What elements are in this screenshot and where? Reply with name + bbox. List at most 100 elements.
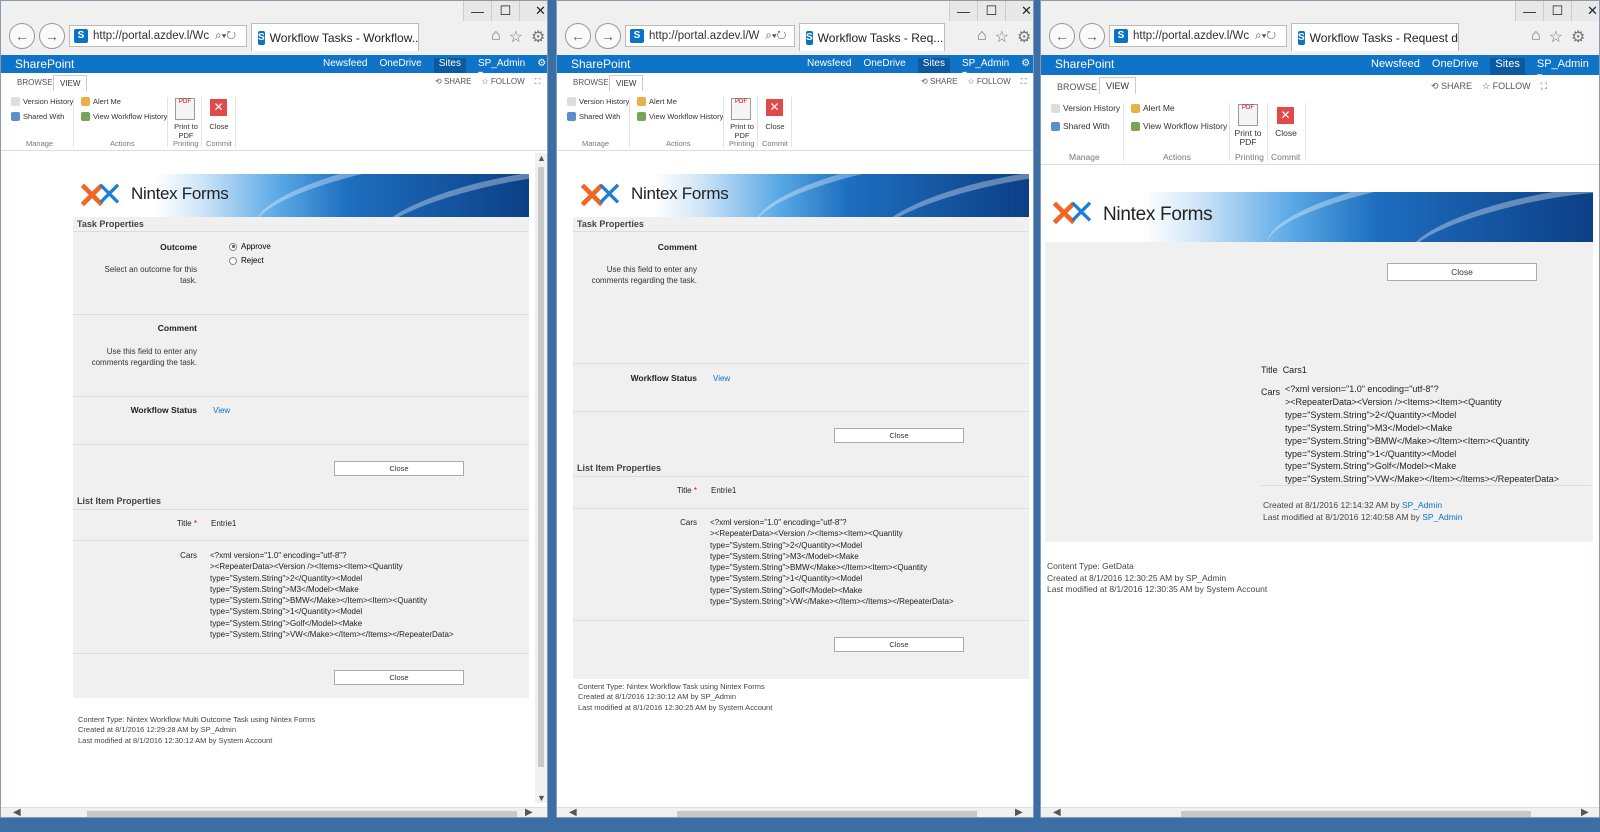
follow-button[interactable]: ☆ FOLLOW [1482,81,1531,92]
shared-with-button[interactable]: Shared With [11,112,64,121]
home-icon[interactable]: ⌂ [977,27,987,47]
scroll-thumb[interactable] [87,811,517,817]
scroll-thumb[interactable] [538,167,544,767]
settings-gear-icon[interactable]: ⚙ [531,27,545,47]
browser-tab[interactable]: S Workflow Tasks - Req... ✕ [799,23,945,51]
scroll-right-icon[interactable]: ▶ [1015,807,1023,817]
scroll-left-icon[interactable]: ◀ [1053,807,1061,817]
scroll-left-icon[interactable]: ◀ [569,807,577,817]
close-button-bottom[interactable]: Close [334,670,464,685]
follow-button[interactable]: ☆ FOLLOW [482,77,525,87]
search-icon[interactable]: ⌕▾↻ [765,30,786,43]
forward-button[interactable]: → [595,23,621,49]
tab-browse[interactable]: BROWSE [1057,82,1097,92]
tab-browse[interactable]: BROWSE [17,78,53,87]
scroll-right-icon[interactable]: ▶ [1581,807,1589,817]
tab-view[interactable]: VIEW [609,75,644,91]
horizontal-scrollbar[interactable]: ◀ ▶ [557,807,1033,817]
minimize-button[interactable]: — [1515,1,1543,21]
address-bar[interactable]: S http://portal.azdev.l/Wc ⌕▾↻ [1109,25,1287,47]
version-history-button[interactable]: Version History [567,97,629,106]
share-button[interactable]: ⟲ SHARE [921,77,958,87]
scroll-left-icon[interactable]: ◀ [13,807,21,817]
alert-me-button[interactable]: Alert Me [1131,103,1175,113]
scroll-down-icon[interactable]: ▼ [537,793,546,803]
tab-view[interactable]: VIEW [1099,77,1137,94]
close-window-button[interactable]: ✕ [519,1,547,21]
settings-gear-icon[interactable]: ⚙ [1571,27,1585,47]
minimize-button[interactable]: — [949,1,977,21]
pdf-icon[interactable]: PDF [175,98,195,120]
browser-tab[interactable]: S Workflow Tasks - Workflow... ✕ [251,23,419,51]
favorites-star-icon[interactable]: ☆ [1549,27,1563,47]
follow-button[interactable]: ☆ FOLLOW [968,77,1011,87]
close-window-button[interactable]: ✕ [1005,1,1033,21]
shared-with-button[interactable]: Shared With [1051,121,1110,131]
pdf-icon[interactable]: PDF [731,98,751,120]
horizontal-scrollbar[interactable]: ◀ ▶ [1,807,547,817]
maximize-button[interactable]: ☐ [977,1,1005,21]
close-ribbon-icon[interactable]: ✕ [766,99,783,116]
ribbon: Version History Shared With Alert Me Vie… [557,93,1033,151]
close-button[interactable]: Close [334,461,464,476]
close-ribbon-icon[interactable]: ✕ [210,99,227,116]
browser-tab[interactable]: S Workflow Tasks - Request d... ✕ [1291,23,1459,51]
forward-button[interactable]: → [1079,23,1105,49]
maximize-button[interactable]: ☐ [1543,1,1571,21]
tab-close-icon[interactable]: ✕ [943,31,944,45]
back-button[interactable]: ← [565,23,591,49]
created-by-link[interactable]: SP_Admin [1402,500,1442,510]
close-ribbon-icon[interactable]: ✕ [1277,107,1294,124]
version-history-button[interactable]: Version History [1051,103,1120,113]
sharepoint-brand[interactable]: SharePoint [15,57,74,71]
minimize-button[interactable]: — [463,1,491,21]
focus-icon[interactable]: ⛶ [1541,81,1547,92]
home-icon[interactable]: ⌂ [1531,27,1541,47]
focus-icon[interactable]: ⛶ [1021,77,1027,87]
view-workflow-history-button[interactable]: View Workflow History [1131,121,1227,131]
group-commit: Commit [1271,152,1301,162]
back-button[interactable]: ← [1049,23,1075,49]
share-button[interactable]: ⟲ SHARE [435,77,472,87]
settings-gear-icon[interactable]: ⚙ [1017,27,1031,47]
alert-me-button[interactable]: Alert Me [81,97,121,106]
sharepoint-brand[interactable]: SharePoint [571,57,630,71]
search-icon[interactable]: ⌕▾↻ [215,30,236,43]
reject-radio[interactable]: Reject [229,256,271,265]
search-icon[interactable]: ⌕▾↻ [1255,30,1276,43]
scroll-thumb[interactable] [1181,811,1531,817]
horizontal-scrollbar[interactable]: ◀ ▶ [1041,807,1599,817]
view-workflow-history-button[interactable]: View Workflow History [637,112,723,121]
address-bar[interactable]: S http://portal.azdev.l/Wc ⌕▾↻ [69,25,247,47]
address-bar[interactable]: S http://portal.azdev.l/W ⌕▾↻ [625,25,795,47]
back-button[interactable]: ← [9,23,35,49]
maximize-button[interactable]: ☐ [491,1,519,21]
home-icon[interactable]: ⌂ [491,27,501,47]
scroll-up-icon[interactable]: ▲ [537,153,546,163]
pdf-icon[interactable]: PDF [1238,104,1258,126]
brand-title: Nintex Forms [1103,204,1213,225]
view-workflow-history-button[interactable]: View Workflow History [81,112,167,121]
share-button[interactable]: ⟲ SHARE [1431,81,1472,92]
workflow-status-view-link[interactable]: View [713,374,730,383]
favorites-star-icon[interactable]: ☆ [995,27,1009,47]
close-window-button[interactable]: ✕ [1571,1,1599,21]
shared-with-button[interactable]: Shared With [567,112,620,121]
close-button[interactable]: Close [834,428,964,443]
scroll-thumb[interactable] [677,811,977,817]
alert-me-button[interactable]: Alert Me [637,97,677,106]
forward-button[interactable]: → [39,23,65,49]
close-button-bottom[interactable]: Close [834,637,964,652]
favorites-star-icon[interactable]: ☆ [509,27,523,47]
close-button[interactable]: Close [1387,263,1537,281]
approve-radio[interactable]: Approve [229,242,271,251]
tab-browse[interactable]: BROWSE [573,78,609,87]
tab-view[interactable]: VIEW [53,75,88,91]
scroll-right-icon[interactable]: ▶ [525,807,533,817]
workflow-status-view-link[interactable]: View [213,406,230,415]
sharepoint-brand[interactable]: SharePoint [1055,57,1114,71]
vertical-scrollbar[interactable]: ▲ ▼ [535,153,547,803]
version-history-button[interactable]: Version History [11,97,73,106]
focus-icon[interactable]: ⛶ [535,77,541,87]
modified-by-link[interactable]: SP_Admin [1422,512,1462,522]
